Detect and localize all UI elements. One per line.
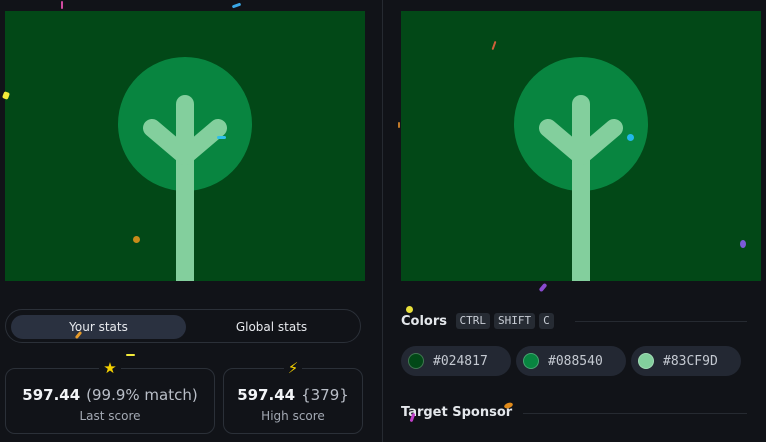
- confetti-piece: [740, 240, 746, 248]
- stats-tabs: Your stats Global stats: [5, 309, 361, 343]
- color-hex: #83CF9D: [663, 353, 718, 369]
- shortcut-key-c: C: [539, 313, 554, 329]
- colors-divider: [575, 321, 747, 322]
- confetti-piece: [133, 236, 140, 243]
- high-score-card: ⚡ 597.44 {379} High score: [223, 359, 363, 434]
- color-hex: #088540: [548, 353, 603, 369]
- tab-global-stats[interactable]: Global stats: [184, 315, 359, 339]
- left-panel: Your stats Global stats ★ 597.44 (99.9% m…: [0, 0, 382, 442]
- colors-header: Colors CTRL SHIFT C: [401, 313, 554, 329]
- high-score-count: {379}: [301, 386, 349, 404]
- sponsor-divider: [523, 413, 747, 414]
- output-drawing: [5, 11, 365, 281]
- color-swatch: [638, 353, 654, 369]
- confetti-piece: [126, 354, 135, 356]
- last-score-label: Last score: [79, 409, 141, 423]
- target-canvas: [401, 11, 761, 281]
- color-swatch: [408, 353, 424, 369]
- shortcut-key-ctrl: CTRL: [455, 313, 491, 329]
- right-panel: Colors CTRL SHIFT C #024817 #088540 #83CF9…: [383, 0, 766, 442]
- last-score-match: (99.9% match): [86, 386, 198, 404]
- shortcut-key-shift: SHIFT: [494, 313, 536, 329]
- high-score-label: High score: [261, 409, 325, 423]
- color-swatch: [523, 353, 539, 369]
- lightning-icon: ⚡: [224, 358, 362, 378]
- target-sponsor-title: Target Sponsor: [401, 405, 513, 420]
- confetti-piece: [406, 306, 413, 313]
- high-score-value: 597.44: [237, 386, 296, 404]
- star-icon: ★: [6, 358, 214, 378]
- target-drawing: [401, 11, 761, 281]
- confetti-piece: [61, 1, 63, 9]
- tab-your-stats[interactable]: Your stats: [11, 315, 186, 339]
- color-hex: #024817: [433, 353, 488, 369]
- confetti-piece: [217, 136, 226, 139]
- color-chip-3[interactable]: #83CF9D: [631, 346, 741, 376]
- last-score-card: ★ 597.44 (99.9% match) Last score: [5, 359, 215, 434]
- confetti-piece: [398, 122, 400, 128]
- color-chip-2[interactable]: #088540: [516, 346, 626, 376]
- colors-title: Colors: [401, 314, 448, 329]
- color-chip-1[interactable]: #024817: [401, 346, 511, 376]
- last-score-value: 597.44: [22, 386, 81, 404]
- output-canvas: [5, 11, 365, 281]
- confetti-piece: [627, 134, 634, 141]
